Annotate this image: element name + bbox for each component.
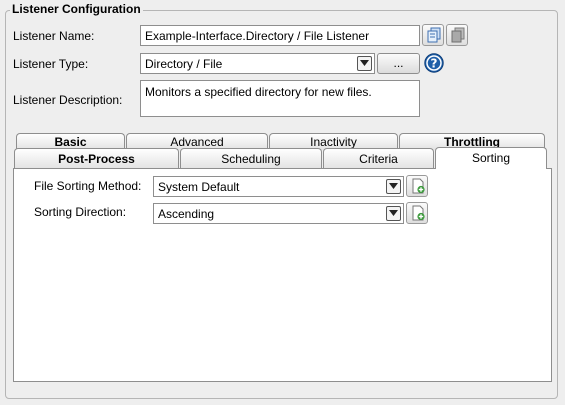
copy-icon: [427, 27, 441, 43]
copy-button[interactable]: [422, 24, 444, 46]
file-sorting-method-value: System Default: [158, 180, 240, 194]
help-button[interactable]: ?: [424, 53, 444, 73]
svg-text:?: ?: [431, 57, 438, 71]
add-file-icon: [412, 205, 425, 221]
file-sorting-method-label: File Sorting Method:: [34, 179, 142, 193]
listener-type-select[interactable]: Directory / File: [140, 53, 375, 74]
listener-name-label: Listener Name:: [13, 29, 95, 43]
browse-button[interactable]: ...: [377, 53, 420, 74]
file-sorting-method-dropdown-button[interactable]: [386, 179, 401, 194]
file-sorting-method-select[interactable]: System Default: [153, 176, 404, 197]
help-icon: ?: [424, 53, 444, 73]
listener-type-label: Listener Type:: [13, 57, 89, 71]
add-file-icon: [412, 178, 425, 194]
sorting-direction-value: Ascending: [158, 207, 215, 221]
tab-post-process[interactable]: Post-Process: [14, 148, 179, 169]
sorting-panel: File Sorting Method: System Default Sort…: [13, 168, 552, 382]
sorting-direction-dropdown-button[interactable]: [386, 206, 401, 221]
listener-type-value: Directory / File: [145, 57, 223, 71]
listener-type-dropdown-button[interactable]: [357, 56, 372, 71]
paste-icon: [451, 27, 465, 43]
sorting-direction-add-button[interactable]: [406, 202, 428, 224]
listener-description-label: Listener Description:: [13, 93, 123, 107]
listener-description-textarea[interactable]: Monitors a specified directory for new f…: [140, 80, 420, 117]
chevron-down-icon: [389, 210, 398, 216]
listener-name-input[interactable]: Example-Interface.Directory / File Liste…: [140, 25, 420, 46]
tab-criteria[interactable]: Criteria: [323, 148, 434, 169]
chevron-down-icon: [360, 60, 369, 66]
file-sorting-method-add-button[interactable]: [406, 175, 428, 197]
paste-button[interactable]: [446, 24, 468, 46]
sorting-direction-label: Sorting Direction:: [34, 205, 127, 219]
group-title: Listener Configuration: [10, 2, 143, 16]
tab-sorting[interactable]: Sorting: [435, 147, 547, 169]
tab-scheduling[interactable]: Scheduling: [180, 148, 322, 169]
sorting-direction-select[interactable]: Ascending: [153, 203, 404, 224]
chevron-down-icon: [389, 183, 398, 189]
